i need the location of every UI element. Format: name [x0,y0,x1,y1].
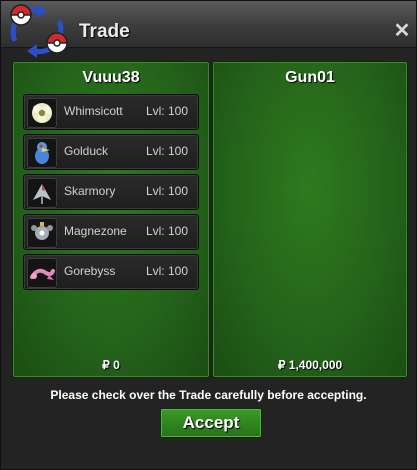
pokemon-level: Lvl: 100 [145,264,188,278]
trade-warning-message: Please check over the Trade carefully be… [50,388,367,402]
right-trade-panel: Gun01 ₽ 1,400,000 [212,61,408,378]
pokemon-name: Whimsicott [64,104,123,118]
window-title: Trade [79,21,130,42]
pokemon-slot-skarmory[interactable]: Skarmory Lvl: 100 [23,174,199,210]
pokemon-name: Skarmory [64,184,116,198]
pokemon-slot-magnezone[interactable]: Magnezone Lvl: 100 [23,214,199,250]
pokemon-slot-golduck[interactable]: Golduck Lvl: 100 [23,134,199,170]
close-icon[interactable]: ✕ [393,21,411,41]
pokemon-level: Lvl: 100 [145,144,188,158]
accept-button[interactable]: Accept [160,408,262,438]
left-pokemon-list: Whimsicott Lvl: 100 Golduck Lvl: 100 Ska… [23,94,199,294]
pokemon-level: Lvl: 100 [145,224,188,238]
right-money-offer: ₽ 1,400,000 [277,358,343,372]
gorebyss-icon [27,258,57,288]
golduck-icon [27,138,57,168]
pokemon-name: Gorebyss [64,264,116,278]
left-money-offer: ₽ 0 [102,358,120,372]
whimsicott-icon [27,98,57,128]
right-player-name: Gun01 [285,69,335,86]
left-trade-panel: Vuuu38 Whimsicott Lvl: 100 Golduck Lvl: … [12,61,210,378]
title-bar[interactable]: Trade ✕ [1,1,416,58]
magnezone-icon [27,218,57,248]
trade-window: Trade ✕ Vuuu38 Whimsicott Lvl: 100 Goldu… [0,0,417,470]
skarmory-icon [27,178,57,208]
trade-pokeball-logo-icon [10,4,68,58]
pokemon-slot-whimsicott[interactable]: Whimsicott Lvl: 100 [23,94,199,130]
pokemon-name: Golduck [64,144,109,158]
pokemon-slot-gorebyss[interactable]: Gorebyss Lvl: 100 [23,254,199,290]
left-player-name: Vuuu38 [82,69,140,86]
pokemon-level: Lvl: 100 [145,104,188,118]
pokemon-name: Magnezone [64,224,127,238]
pokemon-level: Lvl: 100 [145,184,188,198]
